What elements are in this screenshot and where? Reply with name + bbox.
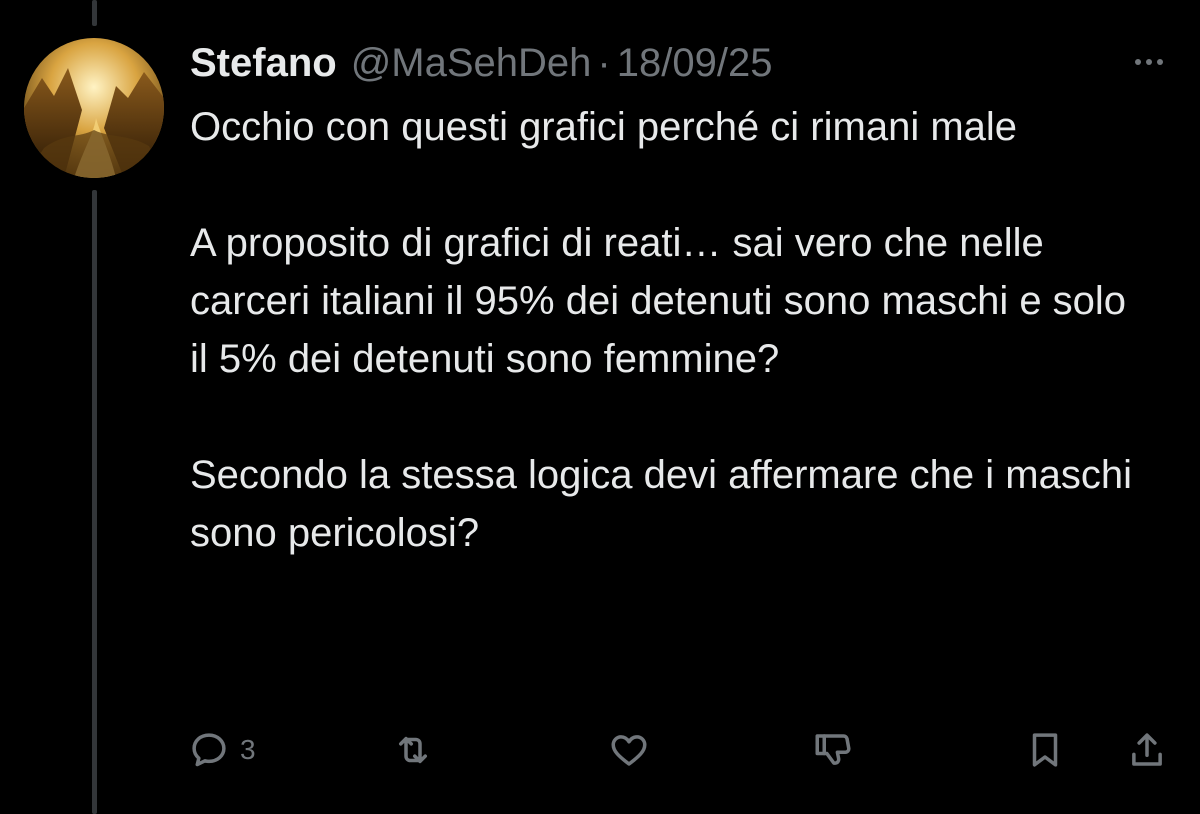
- reply-count: 3: [240, 734, 256, 765]
- reply-button[interactable]: 3: [188, 722, 256, 778]
- bookmark-icon: [1032, 733, 1058, 767]
- action-bar: 3: [0, 722, 1200, 778]
- separator-dot: ·: [597, 40, 611, 85]
- more-dot-icon: [1146, 59, 1152, 65]
- post-header: Stefano @MaSehDeh · 18/09/25: [190, 38, 772, 88]
- post-text: Occhio con questi grafici perché ci rima…: [190, 98, 1150, 562]
- more-dot-icon: [1135, 59, 1141, 65]
- avatar-image: [24, 38, 164, 178]
- like-button[interactable]: [608, 722, 650, 778]
- like-icon: [611, 735, 647, 766]
- author-handle[interactable]: @MaSehDeh: [351, 41, 592, 86]
- avatar[interactable]: [24, 38, 164, 178]
- bookmark-button[interactable]: [1024, 722, 1066, 778]
- post-date[interactable]: 18/09/25: [617, 41, 773, 86]
- post-paragraph: Secondo la stessa logica devi affermare …: [190, 453, 1132, 555]
- more-options-button[interactable]: [1124, 50, 1174, 74]
- share-button[interactable]: [1126, 722, 1168, 778]
- share-icon: [1132, 733, 1162, 766]
- repost-button[interactable]: [392, 722, 434, 778]
- post-paragraph: Occhio con questi grafici perché ci rima…: [190, 105, 1018, 149]
- post-paragraph: A proposito di grafici di reati… sai ver…: [190, 221, 1127, 381]
- more-dot-icon: [1157, 59, 1163, 65]
- dislike-icon: [815, 734, 851, 765]
- repost-icon: [399, 736, 427, 764]
- thread-line-bottom: [92, 190, 97, 814]
- reply-icon: [192, 733, 226, 767]
- dislike-button[interactable]: [812, 722, 854, 778]
- author-name[interactable]: Stefano: [190, 41, 337, 86]
- thread-line-top: [92, 0, 97, 26]
